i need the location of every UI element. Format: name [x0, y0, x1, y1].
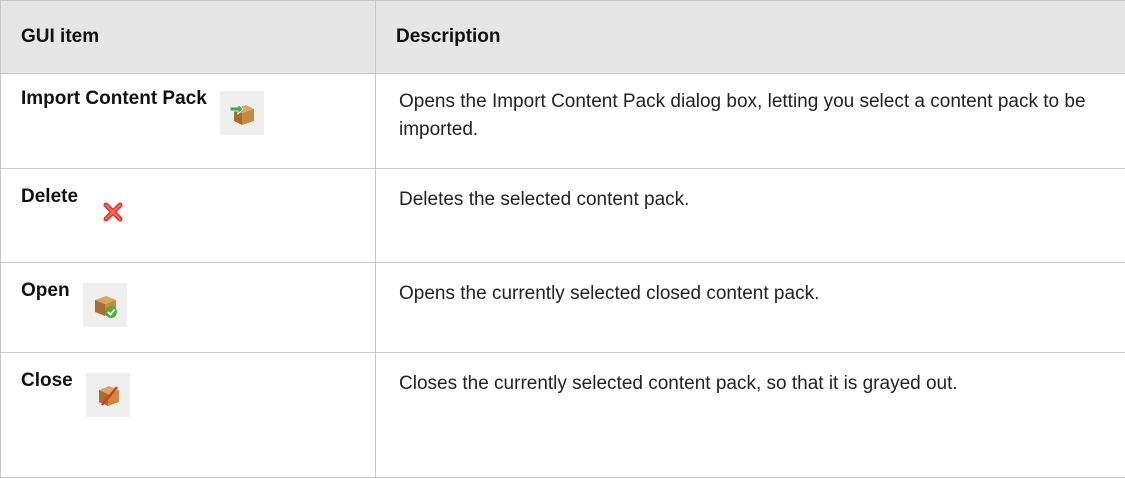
description-cell: Closes the currently selected content pa… [376, 353, 1125, 478]
gui-item-label: Import Content Pack [21, 88, 207, 110]
header-gui-item: GUI item [1, 1, 376, 74]
table-row: Delete Deletes the selected content pack… [1, 169, 1125, 263]
description-cell: Opens the Import Content Pack dialog box… [376, 74, 1125, 169]
delete-icon [91, 189, 135, 233]
gui-item-cell: Delete [1, 169, 376, 263]
import-content-pack-icon [220, 91, 264, 135]
table-header-row: GUI item Description [1, 1, 1125, 74]
gui-item-label: Delete [21, 186, 78, 208]
table-row: Close Closes the currently selected cont… [1, 353, 1125, 478]
gui-item-cell: Open [1, 263, 376, 353]
open-content-pack-icon [83, 283, 127, 327]
gui-item-label: Close [21, 370, 73, 392]
gui-item-cell: Import Content Pack [1, 74, 376, 169]
description-cell: Deletes the selected content pack. [376, 169, 1125, 263]
header-description: Description [376, 1, 1125, 74]
description-cell: Opens the currently selected closed cont… [376, 263, 1125, 353]
gui-item-label: Open [21, 280, 70, 302]
gui-item-cell: Close [1, 353, 376, 478]
close-content-pack-icon [86, 373, 130, 417]
table-row: Open Opens the currently selected closed… [1, 263, 1125, 353]
gui-items-table: GUI item Description Import Content Pack… [0, 0, 1125, 478]
table-row: Import Content Pack Opens the Import Con… [1, 74, 1125, 169]
